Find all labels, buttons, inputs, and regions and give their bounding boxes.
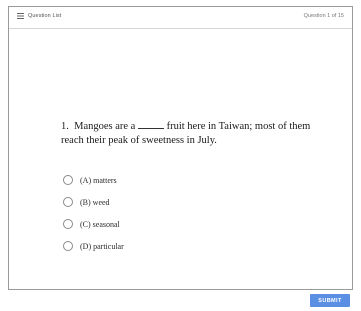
option-b[interactable]: (B) weed — [63, 191, 124, 213]
question-list-button[interactable]: Question List — [17, 13, 61, 19]
option-label: (C) seasonal — [80, 219, 120, 229]
option-d[interactable]: (D) particular — [63, 235, 124, 257]
question-list-label: Question List — [28, 13, 62, 19]
option-label: (A) matters — [80, 175, 117, 185]
radio-button[interactable] — [63, 241, 73, 251]
top-bar: Question List Question 1 of 15 — [9, 7, 352, 29]
radio-button[interactable] — [63, 219, 73, 229]
radio-button[interactable] — [63, 197, 73, 207]
answer-options: (A) matters (B) weed (C) seasonal (D) pa… — [63, 169, 124, 257]
answer-blank — [137, 119, 164, 129]
question-text-start: Mangoes are a — [74, 121, 136, 132]
quiz-panel: Question List Question 1 of 15 1. Mangoe… — [8, 6, 353, 290]
question-counter: Question 1 of 15 — [303, 13, 344, 19]
submit-button[interactable]: SUBMIT — [310, 294, 350, 307]
option-c[interactable]: (C) seasonal — [63, 213, 124, 235]
option-label: (B) weed — [80, 197, 110, 207]
radio-button[interactable] — [63, 175, 73, 185]
question-text: 1. Mangoes are a fruit here in Taiwan; m… — [61, 119, 321, 148]
list-icon — [17, 13, 24, 19]
option-a[interactable]: (A) matters — [63, 169, 124, 191]
question-number: 1. — [61, 121, 69, 132]
option-label: (D) particular — [80, 241, 124, 251]
